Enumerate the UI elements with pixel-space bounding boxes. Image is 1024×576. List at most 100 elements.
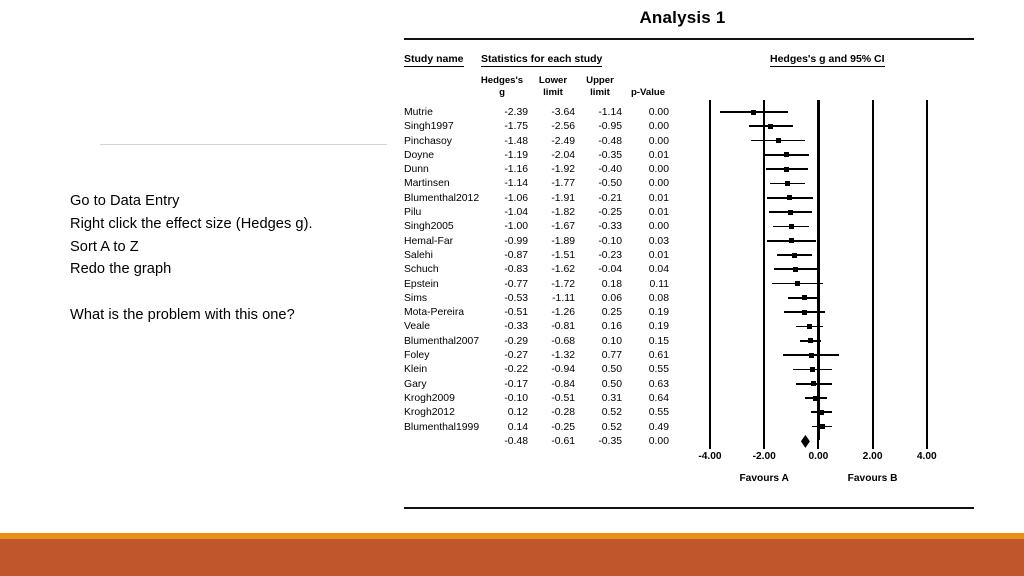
cell-study-name: Mutrie	[404, 107, 433, 118]
cell-upper-limit: -0.35	[598, 149, 622, 161]
cell-hedges-g: -1.16	[504, 164, 528, 176]
cell-upper-limit: 0.77	[601, 350, 622, 362]
effect-size-marker	[795, 281, 801, 287]
table-row: Sims -0.53 -1.11 0.06 0.08	[395, 292, 685, 306]
table-row: Klein -0.22 -0.94 0.50 0.55	[395, 363, 685, 377]
cell-lower-limit: -3.64	[551, 107, 575, 118]
cell-upper-limit: 0.10	[601, 335, 622, 347]
effect-size-marker	[811, 381, 817, 387]
cell-upper-limit: -0.04	[598, 264, 622, 276]
cell-p-value: 0.01	[648, 249, 669, 261]
axis-tick	[817, 440, 820, 449]
table-row: Mota-Pereira -0.51 -1.26 0.25 0.19	[395, 306, 685, 320]
column-header-p-value: p-Value	[630, 87, 666, 98]
table-row: Gary -0.17 -0.84 0.50 0.63	[395, 378, 685, 392]
axis-tick-label: 2.00	[862, 451, 883, 462]
report-top-rule	[404, 38, 974, 41]
cell-study-name: Singh1997	[404, 121, 454, 133]
cell-p-value: 0.63	[648, 378, 669, 390]
cell-p-value: 0.00	[648, 121, 669, 133]
gridline-neg4	[709, 100, 712, 440]
table-row: Krogh2012 0.12 -0.28 0.52 0.55	[395, 406, 685, 420]
cell-study-name: Foley	[404, 350, 430, 362]
cell-study-name: Salehi	[404, 249, 433, 261]
cell-p-value: 0.00	[648, 107, 669, 118]
effect-size-marker	[808, 338, 814, 344]
table-row: Martinsen -1.14 -1.77 -0.50 0.00	[395, 177, 685, 191]
cell-hedges-g: 0.14	[507, 421, 528, 433]
effect-size-marker	[802, 309, 808, 315]
cell-lower-limit: -2.04	[551, 149, 575, 161]
cell-hedges-g: -1.04	[504, 207, 528, 219]
cell-lower-limit: -1.72	[551, 278, 575, 290]
gridline-4	[925, 100, 928, 440]
instruction-line: Right click the effect size (Hedges g).	[70, 215, 313, 232]
cell-study-name: Dunn	[404, 164, 429, 176]
table-row: Mutrie -2.39 -3.64 -1.14 0.00	[395, 106, 685, 120]
instruction-line: Go to Data Entry	[70, 193, 180, 209]
favours-a-label: Favours A	[739, 473, 789, 484]
cell-p-value: 0.19	[648, 307, 669, 319]
effect-size-marker	[813, 395, 819, 401]
effect-size-marker	[792, 252, 798, 258]
cell-upper-limit: -0.25	[598, 207, 622, 219]
cell-lower-limit: -0.28	[551, 407, 575, 419]
axis-tick	[763, 440, 766, 449]
cell-hedges-g: -0.17	[504, 378, 528, 390]
table-row: Dunn -1.16 -1.92 -0.40 0.00	[395, 163, 685, 177]
table-row: Pilu -1.04 -1.82 -0.25 0.01	[395, 206, 685, 220]
cell-p-value: 0.00	[648, 164, 669, 176]
table-row: Singh1997 -1.75 -2.56 -0.95 0.00	[395, 120, 685, 134]
cell-hedges-g: -2.39	[504, 107, 528, 118]
cell-study-name: Blumenthal2007	[404, 335, 480, 347]
cell-study-name: Sims	[404, 292, 428, 304]
forest-plot-axis: -4.00 -2.00 0.00 2.00 4.00 Favours A Favours B	[690, 440, 980, 500]
cell-upper-limit: 0.25	[601, 307, 622, 319]
instruction-line: Sort A to Z	[70, 238, 139, 255]
cell-upper-limit: 0.50	[601, 378, 622, 390]
table-row: Singh2005 -1.00 -1.67 -0.33 0.00	[395, 220, 685, 234]
cell-upper-limit: 0.18	[601, 278, 622, 290]
cell-hedges-g: -1.14	[504, 178, 528, 190]
cell-lower-limit: -1.26	[551, 307, 575, 319]
cell-p-value: 0.19	[648, 321, 669, 333]
table-row: Pinchasoy -1.48 -2.49 -0.48 0.00	[395, 135, 685, 149]
cell-lower-limit: -0.51	[551, 392, 575, 404]
cell-upper-limit: 0.50	[601, 364, 622, 376]
cell-upper-limit: 0.52	[601, 407, 622, 419]
cell-hedges-g: -0.22	[504, 364, 528, 376]
cell-p-value: 0.08	[648, 292, 669, 304]
slide-text-panel: Go to Data Entry Right click the effect s…	[0, 0, 395, 500]
cell-upper-limit: -0.23	[598, 249, 622, 261]
cell-study-name: Epstein	[404, 278, 439, 290]
gridline-0	[817, 100, 820, 440]
cell-study-name: Pilu	[404, 207, 422, 219]
column-header-lower-limit: Lower limit	[538, 75, 568, 98]
cell-hedges-g: -1.75	[504, 121, 528, 133]
cell-lower-limit: -1.67	[551, 221, 575, 233]
cell-lower-limit: -2.56	[551, 121, 575, 133]
effect-size-marker	[789, 238, 795, 244]
cell-upper-limit: -0.95	[598, 121, 622, 133]
cell-hedges-g: -0.27	[504, 350, 528, 362]
header-study-name: Study name	[404, 53, 464, 67]
cell-lower-limit: -2.49	[551, 135, 575, 147]
cell-p-value: 0.55	[648, 407, 669, 419]
effect-size-marker	[808, 352, 814, 358]
cell-upper-limit: -1.14	[598, 107, 622, 118]
effect-size-marker	[785, 181, 790, 186]
cell-p-value: 0.00	[648, 178, 669, 190]
column-header-upper-limit: Upper limit	[586, 75, 614, 98]
text-spacer	[70, 281, 390, 304]
cell-lower-limit: -1.51	[551, 249, 575, 261]
cell-hedges-g: -0.77	[504, 278, 528, 290]
table-row: Epstein -0.77 -1.72 0.18 0.11	[395, 278, 685, 292]
cell-lower-limit: -0.25	[551, 421, 575, 433]
cell-study-name: Gary	[404, 378, 427, 390]
table-row: Krogh2009 -0.10 -0.51 0.31 0.64	[395, 392, 685, 406]
table-row: Foley -0.27 -1.32 0.77 0.61	[395, 349, 685, 363]
cell-hedges-g: -1.06	[504, 192, 528, 204]
cell-p-value: 0.00	[648, 435, 669, 447]
effect-size-marker	[784, 166, 790, 172]
cell-upper-limit: 0.16	[601, 321, 622, 333]
